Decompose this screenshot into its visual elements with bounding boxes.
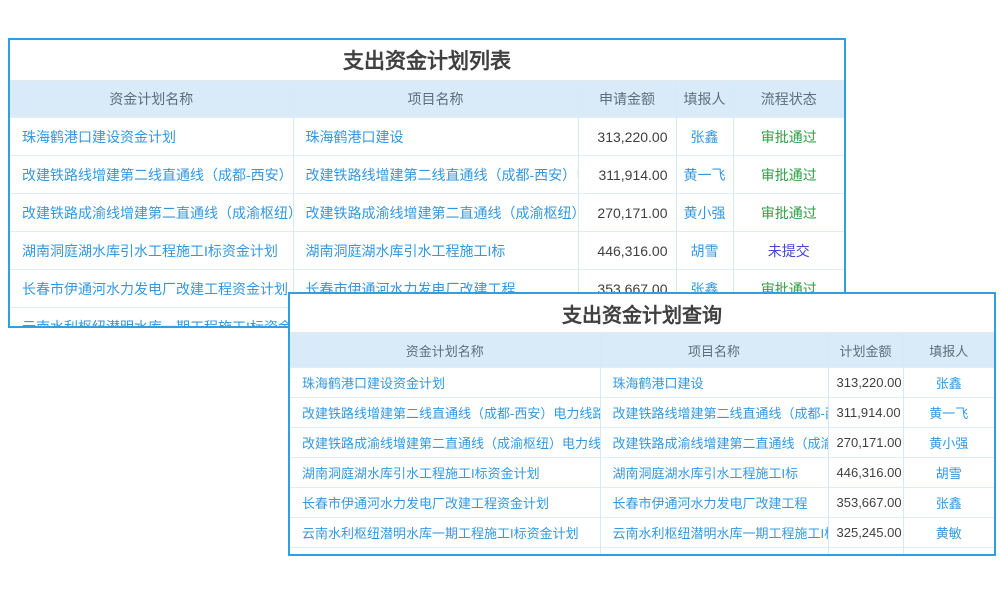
- amount-cell: 353,667.00: [828, 488, 903, 518]
- amount-cell: 313,220.00: [828, 368, 903, 398]
- project-name-cell[interactable]: 改建铁路成渝线增建第二直通线（成渝枢纽）...: [293, 194, 578, 232]
- project-name-cell[interactable]: 湖南洞庭湖水库引水工程施工I标: [293, 232, 578, 270]
- table-row[interactable]: 改建铁路线增建第二线直通线（成都-西安）电... 改建铁路线增建第二线直通线（成…: [10, 156, 844, 194]
- project-name-cell[interactable]: 长春市伊通河水力发电厂改建工程: [600, 488, 828, 518]
- column-header-plan-name: 资金计划名称: [290, 333, 600, 368]
- project-name-cell[interactable]: 云南水利枢纽潜明水库一期工程施工I标: [600, 518, 828, 548]
- reporter-cell[interactable]: 张鑫: [676, 118, 733, 156]
- table-row[interactable]: 珠海鹤港口建设资金计划 珠海鹤港口建设 313,220.00 张鑫 审批通过: [10, 118, 844, 156]
- plan-name-cell[interactable]: 改建铁路线增建第二线直通线（成都-西安）电力线路迁: [290, 398, 600, 428]
- table-row[interactable]: 广州市天河区统计局机房改造项目资金计划 广州市天河区统计局机房改造项目 247,…: [290, 548, 994, 557]
- plan-list-window: 支出资金计划列表 资金计划名称 项目名称 申请金额 填报人 流程状态 珠海鹤港口…: [8, 38, 846, 328]
- plan-name-cell[interactable]: 改建铁路成渝线增建第二直通线（成渝枢纽）...: [10, 194, 293, 232]
- reporter-cell[interactable]: 张鑫: [903, 488, 994, 518]
- plan-list-title: 支出资金计划列表: [10, 40, 844, 81]
- reporter-cell[interactable]: 胡雪: [676, 232, 733, 270]
- plan-query-window: 支出资金计划查询 资金计划名称 项目名称 计划金额 填报人 珠海鹤港口建设资金计…: [288, 292, 996, 556]
- table-row[interactable]: 湖南洞庭湖水库引水工程施工I标资金计划 湖南洞庭湖水库引水工程施工I标 446,…: [10, 232, 844, 270]
- plan-name-cell[interactable]: 云南水利枢纽潜明水库一期工程施工I标资金计划: [10, 308, 293, 329]
- column-header-reporter: 填报人: [903, 333, 994, 368]
- amount-cell: 313,220.00: [578, 118, 676, 156]
- reporter-cell[interactable]: 黄一飞: [676, 156, 733, 194]
- project-name-cell[interactable]: 改建铁路线增建第二线直通线（成都-西安: [600, 398, 828, 428]
- table-row[interactable]: 改建铁路成渝线增建第二直通线（成渝枢纽）... 改建铁路成渝线增建第二直通线（成…: [10, 194, 844, 232]
- column-header-reporter: 填报人: [676, 81, 733, 118]
- plan-query-table: 资金计划名称 项目名称 计划金额 填报人 珠海鹤港口建设资金计划 珠海鹤港口建设…: [290, 333, 994, 556]
- plan-name-cell[interactable]: 改建铁路成渝线增建第二直通线（成渝枢纽）电力线路迁: [290, 428, 600, 458]
- reporter-cell[interactable]: 黄一飞: [903, 398, 994, 428]
- plan-name-cell[interactable]: 云南水利枢纽潜明水库一期工程施工I标资金计划: [290, 518, 600, 548]
- amount-cell: 270,171.00: [828, 428, 903, 458]
- project-name-cell[interactable]: 改建铁路线增建第二线直通线（成都-西安）电...: [293, 156, 578, 194]
- plan-name-cell[interactable]: 长春市伊通河水力发电厂改建工程资金计划: [10, 270, 293, 308]
- plan-name-cell[interactable]: 湖南洞庭湖水库引水工程施工I标资金计划: [290, 458, 600, 488]
- project-name-cell[interactable]: 改建铁路成渝线增建第二直通线（成渝枢: [600, 428, 828, 458]
- column-header-project-name: 项目名称: [293, 81, 578, 118]
- plan-query-body: 珠海鹤港口建设资金计划 珠海鹤港口建设 313,220.00 张鑫 改建铁路线增…: [290, 368, 994, 557]
- plan-name-cell[interactable]: 广州市天河区统计局机房改造项目资金计划: [290, 548, 600, 557]
- column-header-flow-status: 流程状态: [733, 81, 844, 118]
- project-name-cell[interactable]: 珠海鹤港口建设: [293, 118, 578, 156]
- plan-query-title: 支出资金计划查询: [290, 294, 994, 333]
- table-row[interactable]: 云南水利枢纽潜明水库一期工程施工I标资金计划 云南水利枢纽潜明水库一期工程施工I…: [290, 518, 994, 548]
- status-cell: 未提交: [733, 232, 844, 270]
- table-row[interactable]: 改建铁路成渝线增建第二直通线（成渝枢纽）电力线路迁 改建铁路成渝线增建第二直通线…: [290, 428, 994, 458]
- project-name-cell[interactable]: 广州市天河区统计局机房改造项目: [600, 548, 828, 557]
- plan-query-header: 资金计划名称 项目名称 计划金额 填报人: [290, 333, 994, 368]
- table-row[interactable]: 湖南洞庭湖水库引水工程施工I标资金计划 湖南洞庭湖水库引水工程施工I标 446,…: [290, 458, 994, 488]
- table-header-row: 资金计划名称 项目名称 计划金额 填报人: [290, 333, 994, 368]
- plan-list-table: 资金计划名称 项目名称 申请金额 填报人 流程状态 珠海鹤港口建设资金计划 珠海…: [10, 81, 844, 328]
- amount-cell: 446,316.00: [578, 232, 676, 270]
- project-name-cell[interactable]: 珠海鹤港口建设: [600, 368, 828, 398]
- amount-cell: 325,245.00: [828, 518, 903, 548]
- status-cell: 审批通过: [733, 118, 844, 156]
- table-header-row: 资金计划名称 项目名称 申请金额 填报人 流程状态: [10, 81, 844, 118]
- amount-cell: 311,914.00: [578, 156, 676, 194]
- reporter-cell[interactable]: 黄敏: [903, 518, 994, 548]
- column-header-request-amount: 申请金额: [578, 81, 676, 118]
- plan-name-cell[interactable]: 长春市伊通河水力发电厂改建工程资金计划: [290, 488, 600, 518]
- reporter-cell[interactable]: 胡雪: [903, 458, 994, 488]
- table-row[interactable]: 改建铁路线增建第二线直通线（成都-西安）电力线路迁 改建铁路线增建第二线直通线（…: [290, 398, 994, 428]
- plan-list-header: 资金计划名称 项目名称 申请金额 填报人 流程状态: [10, 81, 844, 118]
- amount-cell: 311,914.00: [828, 398, 903, 428]
- amount-cell: 446,316.00: [828, 458, 903, 488]
- status-cell: 审批通过: [733, 194, 844, 232]
- plan-name-cell[interactable]: 湖南洞庭湖水库引水工程施工I标资金计划: [10, 232, 293, 270]
- column-header-plan-amount: 计划金额: [828, 333, 903, 368]
- plan-name-cell[interactable]: 珠海鹤港口建设资金计划: [10, 118, 293, 156]
- reporter-cell[interactable]: 黄小强: [903, 428, 994, 458]
- amount-cell: 247,825.00: [828, 548, 903, 557]
- plan-name-cell[interactable]: 改建铁路线增建第二线直通线（成都-西安）电...: [10, 156, 293, 194]
- table-row[interactable]: 珠海鹤港口建设资金计划 珠海鹤港口建设 313,220.00 张鑫: [290, 368, 994, 398]
- reporter-cell[interactable]: 马东: [903, 548, 994, 557]
- table-row[interactable]: 长春市伊通河水力发电厂改建工程资金计划 长春市伊通河水力发电厂改建工程 353,…: [290, 488, 994, 518]
- column-header-project-name: 项目名称: [600, 333, 828, 368]
- reporter-cell[interactable]: 张鑫: [903, 368, 994, 398]
- amount-cell: 270,171.00: [578, 194, 676, 232]
- project-name-cell[interactable]: 湖南洞庭湖水库引水工程施工I标: [600, 458, 828, 488]
- page: { "colors": { "panel_border": "#2f9fe0",…: [0, 0, 1000, 600]
- reporter-cell[interactable]: 黄小强: [676, 194, 733, 232]
- plan-name-cell[interactable]: 珠海鹤港口建设资金计划: [290, 368, 600, 398]
- column-header-plan-name: 资金计划名称: [10, 81, 293, 118]
- status-cell: 审批通过: [733, 156, 844, 194]
